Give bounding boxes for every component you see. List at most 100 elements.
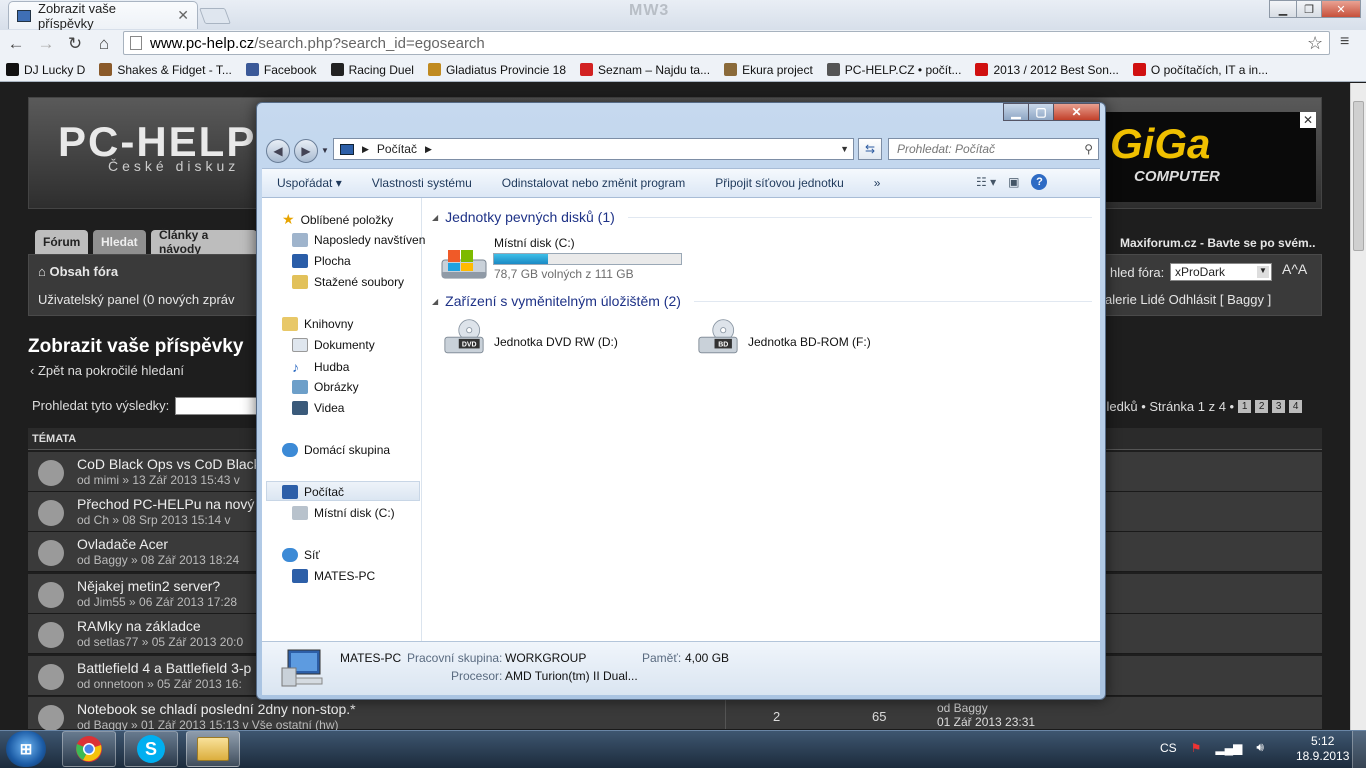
bookmark-item[interactable]: Seznam – Najdu ta... — [580, 63, 710, 77]
clock[interactable]: 5:12 18.9.2013 — [1296, 734, 1349, 764]
nav-local-disk[interactable]: Místní disk (C:) — [292, 506, 395, 520]
chevron-right-icon[interactable]: ▶ — [425, 144, 432, 155]
cmd-usporadat[interactable]: Uspořádat ▾ — [262, 176, 357, 190]
nav-network[interactable]: Síť — [282, 548, 320, 562]
font-size-icon[interactable]: A^A — [1282, 261, 1307, 277]
bookmark-item[interactable]: Racing Duel — [330, 63, 414, 77]
scrollbar-thumb[interactable] — [1353, 101, 1364, 251]
topic-title[interactable]: CoD Black Ops vs CoD Black O — [77, 456, 275, 472]
close-window-button[interactable]: ✕ — [1321, 0, 1361, 18]
bookmark-item[interactable]: Shakes & Fidget - T... — [99, 63, 232, 77]
minimize-button[interactable]: ▁ — [1269, 0, 1297, 18]
bookmark-item[interactable]: 2013 / 2012 Best Son... — [975, 63, 1119, 77]
topic-title[interactable]: Nějakej metin2 server? — [77, 578, 220, 594]
nav-downloads[interactable]: Stažené soubory — [292, 275, 404, 289]
topic-title[interactable]: Ovladače Acer — [77, 536, 168, 552]
cmd-map-network-drive[interactable]: Připojit síťovou jednotku — [700, 176, 859, 190]
topic-title[interactable]: Přechod PC-HELPu na nový s — [77, 496, 265, 512]
chrome-menu-icon[interactable]: ≡ — [1340, 33, 1349, 51]
nav-recent[interactable]: Naposledy navštíven — [292, 233, 425, 247]
page-scrollbar[interactable] — [1350, 83, 1366, 730]
explorer-forward-icon[interactable]: ▶ — [294, 139, 318, 163]
explorer-close-button[interactable]: ✕ — [1053, 103, 1100, 121]
obsah-link[interactable]: ⌂ Obsah fóra — [38, 264, 118, 279]
topic-title[interactable]: RAMky na základce — [77, 618, 201, 634]
bookmark-star-icon[interactable]: ☆ — [1307, 33, 1323, 54]
preview-pane-icon[interactable]: ▣ — [1008, 175, 1019, 189]
show-desktop-button[interactable] — [1352, 731, 1366, 768]
help-icon[interactable]: ? — [1031, 174, 1048, 190]
search-results-input[interactable] — [175, 397, 265, 415]
explorer-address-bar[interactable]: ▶ Počítač ▶ ▼ — [333, 138, 854, 160]
language-indicator[interactable]: CS — [1160, 741, 1177, 755]
restore-button[interactable]: ❐ — [1296, 0, 1322, 18]
nav-music[interactable]: ♪ Hudba — [292, 359, 349, 375]
dvd-drive-icon[interactable]: DVD — [440, 318, 488, 358]
back-arrow-icon[interactable]: ← — [5, 33, 27, 55]
topic-title[interactable]: Battlefield 4 a Battlefield 3-p — [77, 660, 251, 676]
user-panel-link[interactable]: Uživatelský panel (0 nových zpráv — [38, 292, 235, 307]
explorer-minimize-button[interactable]: ▁ — [1003, 103, 1029, 121]
nav-libraries[interactable]: Knihovny — [282, 317, 353, 331]
recent-pages-chevron-icon[interactable]: ▼ — [321, 146, 329, 155]
explorer-maximize-button[interactable]: ▢ — [1028, 103, 1054, 121]
breadcrumb[interactable]: Počítač — [377, 142, 417, 156]
explorer-refresh-button[interactable]: ⇆ — [858, 138, 882, 160]
hard-drive-icon[interactable] — [440, 244, 488, 284]
volume-icon[interactable]: 🔊︎ — [1256, 740, 1264, 755]
nav-documents[interactable]: Dokumenty — [292, 338, 375, 352]
action-center-icon[interactable]: ⚑ — [1191, 741, 1202, 755]
nav-pictures[interactable]: Obrázky — [292, 380, 359, 394]
taskbar-explorer[interactable] — [186, 731, 240, 767]
network-signal-icon[interactable]: ▂▄▆ — [1215, 741, 1242, 755]
address-bar[interactable]: www.pc-help.cz/search.php?search_id=egos… — [123, 31, 1330, 55]
cmd-system-properties[interactable]: Vlastnosti systému — [357, 176, 487, 190]
bookmark-item[interactable]: Ekura project — [724, 63, 813, 77]
cmd-uninstall[interactable]: Odinstalovat nebo změnit program — [487, 176, 700, 190]
tab-forum[interactable]: Fórum — [35, 230, 89, 254]
cmd-more[interactable]: » — [859, 176, 896, 190]
bd-drive-label[interactable]: Jednotka BD-ROM (F:) — [748, 335, 871, 349]
nav-favorites[interactable]: ★ Oblíbené položky — [282, 211, 393, 228]
bd-drive-icon[interactable]: BD — [694, 318, 742, 358]
nav-desktop[interactable]: Plocha — [292, 254, 351, 268]
nav-mates-pc[interactable]: MATES-PC — [292, 569, 375, 583]
page-4-button[interactable]: 4 — [1289, 400, 1303, 413]
group-removable[interactable]: ◢ Zařízení s vyměnitelným úložištěm (2) — [432, 293, 1092, 309]
back-link[interactable]: ‹ Zpět na pokročilé hledaní — [30, 363, 184, 378]
explorer-back-icon[interactable]: ◀ — [266, 139, 290, 163]
home-icon[interactable]: ⌂ — [93, 33, 115, 55]
bookmark-item[interactable]: Facebook — [245, 63, 317, 77]
tab-clanky[interactable]: Články a návody — [151, 228, 257, 256]
topic-row[interactable]: Notebook se chladí poslední 2dny non-sto… — [28, 697, 1322, 732]
bookmark-item[interactable]: PC-HELP.CZ • počít... — [826, 63, 961, 77]
new-tab-button[interactable] — [199, 8, 231, 24]
maxiforum-link[interactable]: Maxiforum.cz - Bavte se po svém.. — [1120, 236, 1315, 250]
dvd-drive-label[interactable]: Jednotka DVD RW (D:) — [494, 335, 618, 349]
page-3-button[interactable]: 3 — [1272, 400, 1286, 413]
nav-videos[interactable]: Videa — [292, 401, 344, 415]
disk-c-name[interactable]: Místní disk (C:) — [494, 236, 575, 250]
taskbar-chrome[interactable] — [62, 731, 116, 767]
group-hard-disks[interactable]: ◢ Jednotky pevných disků (1) — [432, 209, 1092, 225]
browser-tab[interactable]: Zobrazit vaše příspěvky ✕ — [8, 1, 198, 31]
chevron-down-icon[interactable]: ▼ — [840, 144, 849, 154]
nav-computer[interactable]: Počítač — [282, 485, 344, 499]
page-1-button[interactable]: 1 — [1238, 400, 1252, 413]
bookmark-item[interactable]: Gladiatus Provincie 18 — [427, 63, 566, 77]
forward-arrow-icon[interactable]: → — [35, 33, 57, 55]
close-tab-icon[interactable]: ✕ — [177, 7, 189, 24]
explorer-search-input[interactable]: Prohledat: Počítač ⚲ — [888, 138, 1099, 160]
ad-close-icon[interactable]: ✕ — [1300, 112, 1316, 128]
taskbar-skype[interactable]: S — [124, 731, 178, 767]
view-options-icon[interactable]: ☷ ▾ — [976, 175, 996, 189]
bookmark-item[interactable]: DJ Lucky D — [6, 63, 85, 77]
nav-homegroup[interactable]: Domácí skupina — [282, 443, 390, 457]
style-select[interactable]: xProDark ▼ — [1170, 263, 1272, 281]
bookmark-item[interactable]: O počítačích, IT a in... — [1132, 63, 1268, 77]
topic-last-by[interactable]: od Baggy — [937, 701, 988, 715]
giga-ad[interactable]: GiGa COMPUTER — [1100, 112, 1316, 202]
start-button[interactable]: ⊞ — [6, 731, 46, 767]
topic-title[interactable]: Notebook se chladí poslední 2dny non-sto… — [77, 701, 356, 717]
user-links[interactable]: alerie Lidé Odhlásit [ Baggy ] — [1105, 292, 1271, 307]
